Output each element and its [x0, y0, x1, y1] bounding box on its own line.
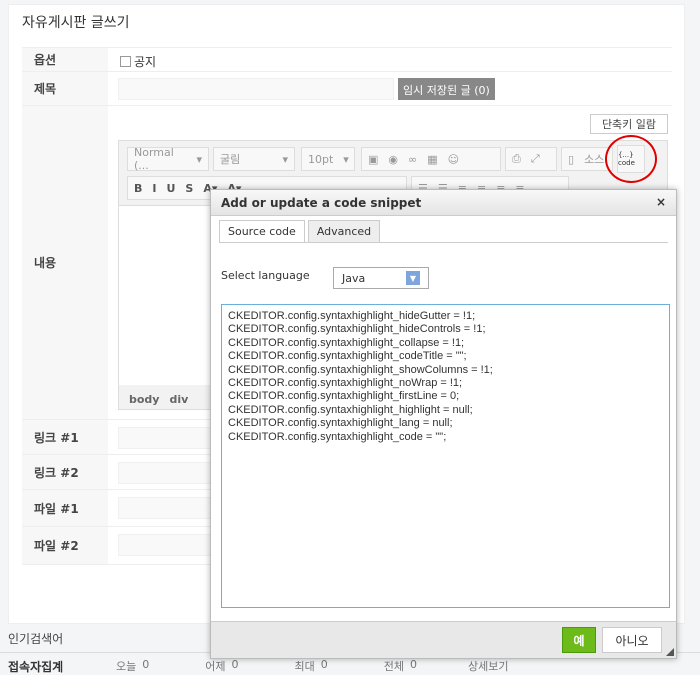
tab-advanced[interactable]: Advanced [307, 220, 381, 242]
ok-button[interactable]: 예 [562, 627, 596, 653]
file2-input[interactable] [118, 534, 218, 556]
option-row: 옵션 공지 [22, 47, 672, 72]
highlight-circle [605, 135, 657, 183]
resize-handle[interactable] [666, 648, 674, 656]
tab-source-code[interactable]: Source code [219, 220, 305, 242]
image-icon: ▣ [368, 152, 379, 166]
dialog-title: Add or update a code snippet [221, 196, 422, 210]
subject-label: 제목 [22, 72, 108, 105]
shortcut-list-button[interactable]: 단축키 일람 [590, 114, 668, 134]
link1-input[interactable] [118, 427, 218, 449]
maximize-icon: ⤢ [530, 152, 540, 165]
page-title: 자유게시판 글쓰기 [22, 15, 130, 31]
close-icon[interactable]: × [656, 195, 666, 209]
visitor-stats: 오늘 0 어제 0 최대 0 전체 0 상세보기 [116, 658, 509, 674]
element-path: body div [129, 393, 189, 406]
select-language-label: Select language [221, 269, 310, 282]
dialog-titlebar[interactable]: Add or update a code snippet × [211, 190, 676, 216]
content-label: 내용 [22, 106, 108, 419]
detail-link[interactable]: 상세보기 [468, 658, 508, 674]
option-label: 옵션 [22, 48, 108, 71]
link2-input[interactable] [118, 462, 218, 484]
subject-input[interactable] [118, 78, 394, 100]
file1-input[interactable] [118, 497, 218, 519]
size-select[interactable]: 10pt ▾ [301, 147, 355, 171]
print-icon: ⎙ [512, 152, 521, 165]
notice-label: 공지 [134, 55, 157, 69]
notice-checkbox[interactable] [120, 56, 131, 67]
flash-icon: ◉ [388, 152, 399, 166]
code-textarea[interactable]: CKEDITOR.config.syntaxhighlight_hideGutt… [221, 304, 670, 608]
insert-toolbar[interactable]: ▣ ◉ ∞ ▦ ☺ [361, 147, 501, 171]
language-select[interactable]: Java ▼ [333, 267, 429, 289]
subject-row: 제목 임시 저장된 글 (0) [22, 72, 672, 106]
font-select[interactable]: 굴림 ▾ [213, 147, 295, 171]
format-select[interactable]: Normal (... ▾ [127, 146, 209, 172]
link-icon: ∞ [408, 152, 418, 166]
print-toolbar[interactable]: ⎙ ⤢ [505, 147, 557, 171]
cancel-button[interactable]: 아니오 [602, 627, 662, 653]
popular-search-label: 인기검색어 [8, 632, 64, 646]
dialog-footer: 예 아니오 [211, 621, 676, 658]
smiley-icon: ☺ [447, 152, 460, 166]
code-snippet-dialog: Add or update a code snippet × Source cod… [210, 189, 677, 659]
source-icon: ▯ [568, 152, 575, 166]
temp-saved-button[interactable]: 임시 저장된 글 (0) [398, 78, 495, 100]
table-icon: ▦ [427, 152, 438, 166]
chevron-down-icon: ▼ [406, 271, 420, 285]
